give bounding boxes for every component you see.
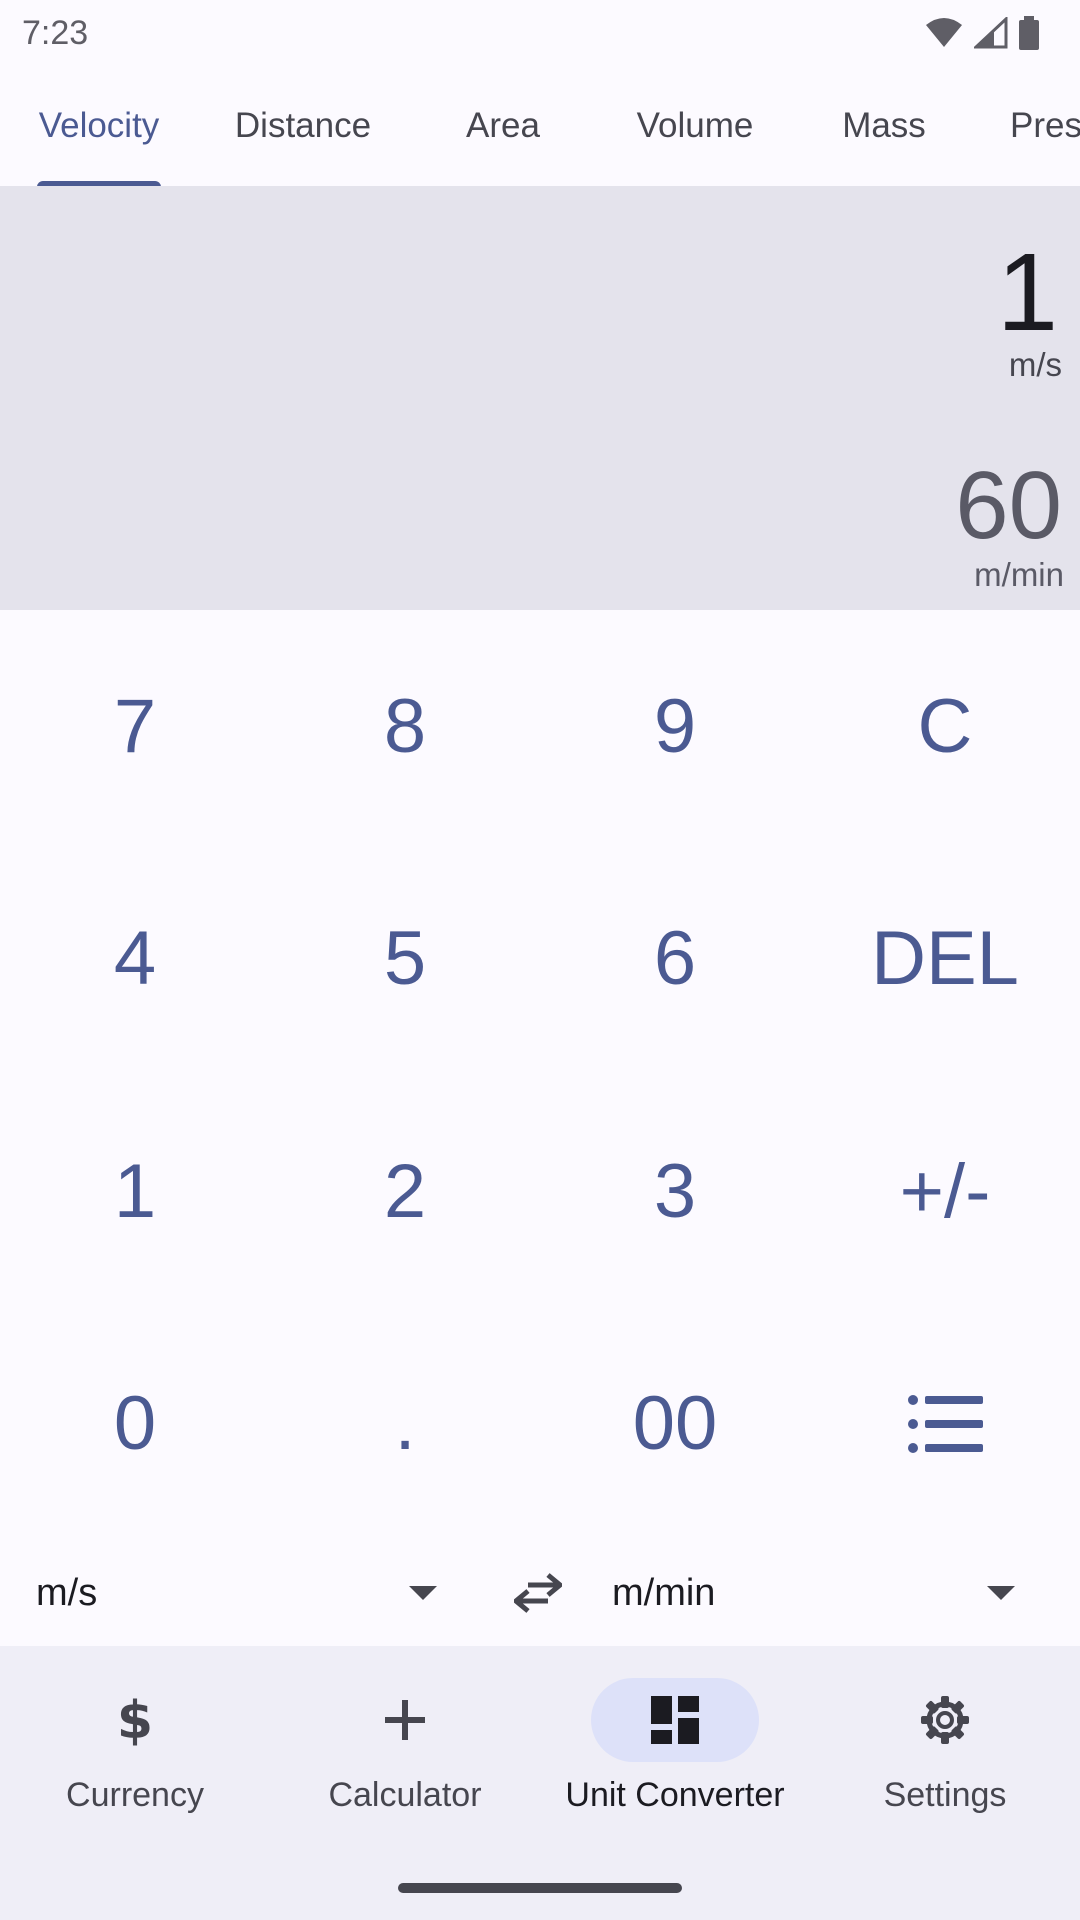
swap-units-button[interactable]	[510, 1565, 566, 1621]
nav-unit-converter[interactable]: Unit Converter	[540, 1678, 810, 1828]
tab-area[interactable]: Area	[408, 66, 598, 186]
key-delete[interactable]: DEL	[810, 843, 1080, 1076]
from-unit-label: m/s	[36, 1571, 98, 1614]
key-2[interactable]: 2	[270, 1075, 540, 1308]
nav-label-unit-converter: Unit Converter	[565, 1776, 785, 1814]
key-7[interactable]: 7	[0, 610, 270, 843]
nav-label-settings: Settings	[883, 1776, 1007, 1814]
tab-pressure[interactable]: Pres	[1010, 66, 1080, 186]
unit-selector-bar: m/s m/min	[0, 1540, 1080, 1646]
battery-icon	[1019, 16, 1039, 50]
category-tabs: Velocity Distance Area Volume Mass Pres	[0, 66, 1080, 186]
list-icon	[908, 1394, 983, 1453]
dollar-icon: $	[117, 1692, 153, 1748]
key-double-zero[interactable]: 00	[540, 1308, 810, 1541]
keypad: 7 8 9 C 4 5 6 DEL 1 2 3 +/- 0 . 00	[0, 610, 1080, 1540]
nav-settings[interactable]: Settings	[810, 1678, 1080, 1828]
dropdown-arrow-icon	[409, 1586, 437, 1600]
home-indicator[interactable]	[398, 1883, 682, 1893]
input-value[interactable]: 1	[997, 238, 1058, 348]
from-unit-dropdown[interactable]: m/s	[36, 1540, 446, 1646]
tab-mass[interactable]: Mass	[792, 66, 976, 186]
key-9[interactable]: 9	[540, 610, 810, 843]
unit-list-button[interactable]	[810, 1308, 1080, 1541]
status-bar: 7:23	[0, 0, 1080, 66]
tab-volume[interactable]: Volume	[598, 66, 792, 186]
plus-icon	[385, 1700, 425, 1740]
nav-icon-container	[591, 1678, 759, 1762]
swap-arrows-icon	[514, 1573, 562, 1613]
key-5[interactable]: 5	[270, 843, 540, 1076]
nav-label-calculator: Calculator	[328, 1776, 482, 1814]
conversion-display: 1 m/s 60 m/min	[0, 186, 1080, 610]
output-unit-label: m/min	[974, 556, 1064, 593]
key-6[interactable]: 6	[540, 843, 810, 1076]
to-unit-dropdown[interactable]: m/min	[612, 1540, 1022, 1646]
dashboard-icon	[651, 1696, 699, 1744]
key-8[interactable]: 8	[270, 610, 540, 843]
to-unit-label: m/min	[612, 1571, 716, 1614]
dropdown-arrow-icon	[987, 1586, 1015, 1600]
nav-icon-container	[861, 1678, 1029, 1762]
tab-velocity[interactable]: Velocity	[0, 66, 198, 186]
nav-icon-container	[321, 1678, 489, 1762]
nav-calculator[interactable]: Calculator	[270, 1678, 540, 1828]
nav-label-currency: Currency	[66, 1776, 204, 1814]
key-clear[interactable]: C	[810, 610, 1080, 843]
nav-icon-container: $	[51, 1678, 219, 1762]
key-3[interactable]: 3	[540, 1075, 810, 1308]
svg-text:$: $	[117, 1692, 153, 1748]
key-decimal[interactable]: .	[270, 1308, 540, 1541]
tab-distance[interactable]: Distance	[198, 66, 408, 186]
status-icons	[924, 16, 1040, 50]
status-time: 7:23	[22, 13, 89, 52]
bottom-navigation: $ Currency Calculator Unit Converter Set…	[0, 1646, 1080, 1920]
cell-signal-icon	[974, 17, 1008, 49]
gear-icon	[921, 1696, 969, 1744]
key-0[interactable]: 0	[0, 1308, 270, 1541]
input-unit-label: m/s	[1008, 346, 1062, 383]
output-value[interactable]: 60	[955, 458, 1062, 554]
key-plus-minus[interactable]: +/-	[810, 1075, 1080, 1308]
key-1[interactable]: 1	[0, 1075, 270, 1308]
nav-currency[interactable]: $ Currency	[0, 1678, 270, 1828]
wifi-icon	[926, 18, 962, 47]
key-4[interactable]: 4	[0, 843, 270, 1076]
